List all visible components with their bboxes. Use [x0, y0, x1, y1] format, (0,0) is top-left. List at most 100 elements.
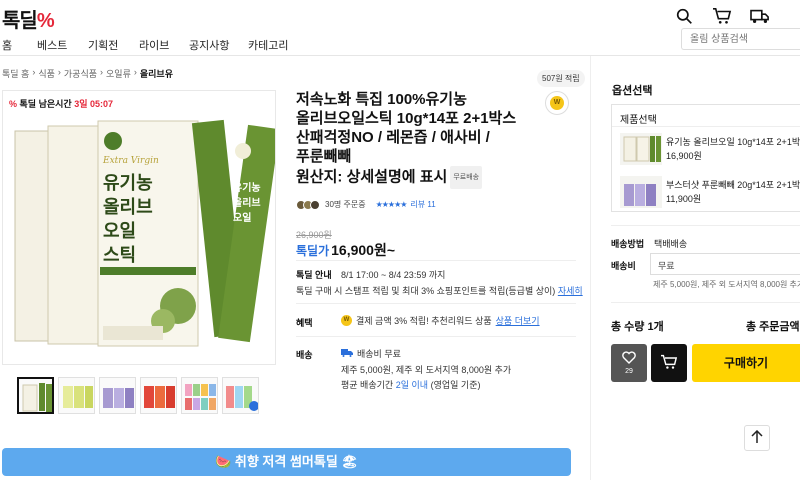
benefit-label: 혜택 [296, 318, 313, 328]
deal-detail-link[interactable]: 자세히 [558, 286, 583, 296]
avatar [310, 199, 320, 210]
benefit-text: 결제 금액 3% 적립! 추천리워드 상품 [356, 316, 492, 326]
sale-label: 톡딜 남은시간 [19, 99, 72, 109]
heart-icon [622, 351, 636, 366]
star-rating: ★★★★★ [375, 200, 408, 209]
ship-method-label: 배송방법 [611, 239, 645, 249]
cart-icon[interactable] [712, 6, 732, 26]
option-price: 11,900원 [666, 194, 702, 204]
breadcrumb-item[interactable]: 식품 [38, 67, 55, 80]
price-row: 톡딜가 16,900원~ [296, 240, 395, 260]
total-price: 총 주문금액 [746, 321, 800, 333]
search-input[interactable] [681, 28, 800, 50]
thumbnail[interactable] [181, 377, 218, 414]
shipping-average: 평균 배송기간 2일 이내 (영업일 기준) [341, 378, 480, 391]
deal-info-label: 톡딜 안내 [296, 270, 332, 280]
ship-avg-days: 2일 이내 [395, 380, 429, 390]
promo-banner[interactable]: 🍉 취향 저격 썸머톡딜 🏖 [2, 448, 571, 476]
product-main-image[interactable]: Extra Virgin 유기농 올리브 오일 스틱 유기농 올리브 오일 % … [2, 90, 276, 365]
svg-text:스틱: 스틱 [103, 245, 136, 266]
total-quantity: 총 수량 1개 [611, 321, 664, 333]
logo[interactable]: 톡딜% [2, 4, 55, 33]
option-title: 옵션선택 [612, 85, 653, 97]
option-image [620, 133, 662, 165]
breadcrumb-item[interactable]: 가공식품 [64, 67, 97, 80]
thumbnail[interactable] [99, 377, 136, 414]
arrow-up-icon [751, 429, 763, 447]
option-name: 부스터샷 푸룬빼빼 20g*14포 2+1박스 [666, 180, 800, 190]
divider [296, 336, 576, 337]
coin-icon[interactable]: W [545, 91, 569, 115]
shipping-extra: 제주 5,000원, 제주 외 도서지역 8,000원 추가 [341, 365, 512, 375]
benefit-more-link[interactable]: 상품 더보기 [496, 314, 540, 327]
add-to-cart-button[interactable] [651, 344, 687, 382]
product-title: 저속노화 특집 100%유기농 올리브오일스틱 10g*14포 2+1박스 산패… [296, 90, 531, 189]
breadcrumb-separator: › [57, 67, 61, 77]
truck-icon[interactable] [750, 6, 770, 26]
ship-avg-suffix: (영업일 기준) [430, 380, 481, 390]
logo-text: 톡딜 [2, 10, 38, 32]
nav-item-home[interactable]: 홈 [2, 37, 12, 53]
benefit-row: W 결제 금액 3% 적립! 추천리워드 상품 상품 더보기 [341, 314, 540, 327]
thumbnail[interactable] [58, 377, 95, 414]
option-image [620, 176, 662, 208]
thumbnail[interactable] [17, 377, 54, 414]
thumbnail[interactable] [222, 377, 259, 414]
search-icon[interactable] [674, 6, 694, 26]
ship-fee-label: 배송비 [611, 261, 636, 271]
sale-time: 3일 05:07 [74, 99, 114, 109]
buy-button[interactable]: 구매하기 [692, 344, 800, 382]
option-item[interactable]: 부스터샷 푸룬빼빼 20g*14포 2+1박스 11,900원 [612, 170, 800, 211]
truck-small-icon [341, 348, 353, 359]
breadcrumb-current[interactable]: 올리브유 [140, 67, 173, 80]
svg-text:Extra Virgin: Extra Virgin [102, 156, 159, 166]
main-nav: 홈 베스트 기획전 라이브 공지사항 카테고리 [0, 32, 800, 56]
nav-item-notice[interactable]: 공지사항 [189, 37, 229, 53]
thumbnail[interactable] [140, 377, 177, 414]
thumbnail-list [17, 377, 259, 414]
sale-countdown: % 톡딜 남은시간 3일 05:07 [9, 97, 113, 110]
ship-fee-select[interactable]: 무료 [650, 253, 800, 275]
divider [611, 302, 800, 303]
option-dropdown[interactable]: 제품선택 유기농 올리브오일 10g*14포 2+1박스 16,900원 부스터… [611, 104, 800, 212]
svg-text:올리브: 올리브 [103, 197, 153, 218]
nav-item-category[interactable]: 카테고리 [248, 37, 288, 53]
coin-small-icon: W [341, 315, 352, 326]
review-link[interactable]: 리뷰 11 [410, 199, 435, 210]
ship-avg-prefix: 평균 배송기간 [341, 380, 394, 390]
divider [296, 303, 576, 304]
nav-item-exhibition[interactable]: 기획전 [88, 37, 118, 53]
shipping-fee: 배송비 무료 [357, 349, 401, 359]
price-label: 톡딜가 [296, 244, 330, 258]
free-shipping-tag: 무료배송 [450, 166, 483, 189]
deal-description: 톡딜 구매 시 스탬프 적립 및 최대 3% 쇼핑포인트를 적립(등급별 상이)… [296, 284, 583, 297]
title-line: 원산지: 상세설명에 표시 무료배송 [296, 166, 531, 189]
breadcrumb-item[interactable]: 톡딜 홈 [2, 67, 29, 80]
option-price: 16,900원 [666, 151, 702, 161]
nav-item-live[interactable]: 라이브 [139, 37, 169, 53]
origin-text: 원산지: 상세설명에 표시 [296, 168, 448, 186]
title-line: 푸룬빼빼 [296, 148, 352, 165]
like-count: 29 [625, 368, 633, 375]
svg-text:유기농: 유기농 [233, 181, 261, 194]
ship-method-value: 택배배송 [654, 239, 688, 249]
title-line: 저속노화 특집 100%유기농 [296, 91, 467, 108]
ship-fee-note: 제주 5,000원, 제주 외 도서지역 8,000원 추가 [653, 280, 800, 289]
option-name: 유기농 올리브오일 10g*14포 2+1박스 [666, 137, 800, 147]
option-item[interactable]: 유기농 올리브오일 10g*14포 2+1박스 16,900원 [612, 127, 800, 170]
deal-desc-text: 톡딜 구매 시 스탬프 적립 및 최대 3% 쇼핑포인트를 적립(등급별 상이) [296, 286, 556, 296]
breadcrumb-item[interactable]: 오일류 [106, 67, 131, 80]
option-head: 제품선택 [612, 105, 800, 127]
logo-mark: % [36, 10, 55, 32]
header: 톡딜% [0, 0, 800, 32]
breadcrumb-separator: › [100, 67, 104, 77]
svg-text:유기농: 유기농 [103, 173, 153, 194]
scroll-top-button[interactable] [744, 425, 770, 451]
deal-price: 16,900원~ [331, 242, 396, 258]
svg-text:오일: 오일 [233, 211, 251, 224]
like-button[interactable]: 29 [611, 344, 647, 382]
deal-period: 8/1 17:00 ~ 8/4 23:59 까지 [341, 270, 446, 280]
cart-button-icon [660, 354, 678, 373]
title-line: 올리브오일스틱 10g*14포 2+1박스 [296, 110, 517, 127]
nav-item-best[interactable]: 베스트 [37, 37, 67, 53]
